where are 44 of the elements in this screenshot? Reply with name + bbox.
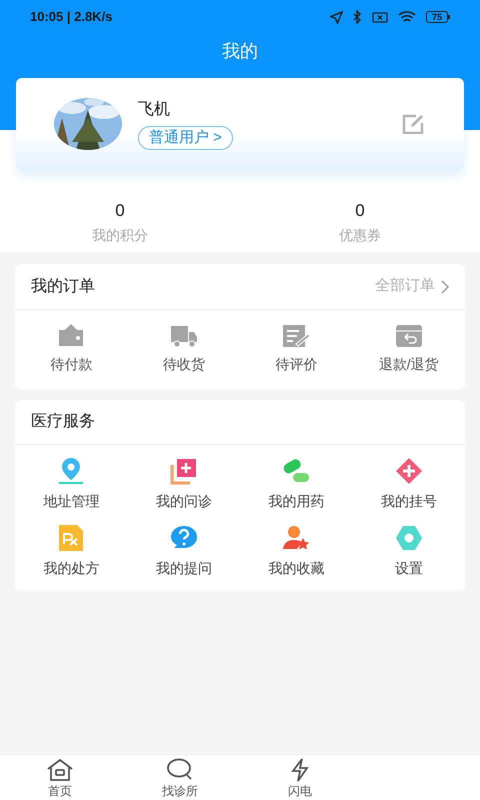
plus-diamond-icon bbox=[394, 457, 423, 485]
stat-value: 0 bbox=[355, 200, 365, 222]
service-item[interactable]: 地址管理 bbox=[15, 457, 128, 512]
service-item[interactable]: 我的挂号 bbox=[352, 457, 465, 512]
order-status-item[interactable]: 待评价 bbox=[240, 324, 352, 375]
sim-off-icon bbox=[372, 12, 388, 22]
search-icon bbox=[166, 758, 194, 782]
order-status-item[interactable]: 退款/退货 bbox=[352, 324, 465, 375]
document-pen-icon bbox=[282, 324, 310, 348]
stat-label: 优惠券 bbox=[339, 226, 381, 245]
tab-bar-item[interactable]: 首页 bbox=[0, 755, 120, 800]
user-name: 飞机 bbox=[138, 100, 170, 120]
service-item[interactable]: 我的用药 bbox=[240, 457, 352, 512]
settings-icon bbox=[394, 524, 423, 552]
service-item[interactable]: 我的问诊 bbox=[128, 457, 240, 512]
location-arrow-icon bbox=[330, 10, 343, 24]
location-pin-icon bbox=[57, 457, 86, 485]
medical-cards-icon bbox=[170, 457, 198, 485]
service-item[interactable]: 我的处方 bbox=[15, 524, 128, 579]
truck-icon bbox=[170, 324, 198, 348]
section-title: 医疗服务 bbox=[31, 412, 95, 432]
bluetooth-icon bbox=[352, 10, 362, 24]
chevron-right-icon bbox=[441, 280, 449, 294]
stat-label: 我的积分 bbox=[92, 226, 148, 245]
stat-value: 0 bbox=[115, 200, 125, 222]
box-return-icon bbox=[394, 324, 423, 348]
service-item[interactable]: 设置 bbox=[352, 524, 465, 579]
status-time: 10:05 | 2.8K/s bbox=[30, 8, 112, 26]
order-status-item[interactable]: 待付款 bbox=[15, 324, 128, 375]
page-title: 我的 bbox=[222, 40, 258, 63]
edit-icon[interactable] bbox=[402, 114, 426, 134]
capsule-icon bbox=[282, 457, 310, 485]
home-icon bbox=[46, 758, 74, 782]
battery-icon: 75 bbox=[426, 11, 450, 23]
wifi-icon bbox=[398, 10, 416, 24]
order-status-item[interactable]: 待收货 bbox=[128, 324, 240, 375]
wallet-icon bbox=[57, 324, 86, 348]
tab-bar-item[interactable]: 闪电 bbox=[240, 755, 360, 800]
service-item[interactable]: 我的提问 bbox=[128, 524, 240, 579]
person-star-icon bbox=[282, 524, 310, 552]
service-item[interactable]: 我的收藏 bbox=[240, 524, 352, 579]
section-title: 我的订单 bbox=[31, 276, 95, 296]
prescription-icon bbox=[57, 524, 86, 552]
tab-bar-item[interactable]: 找诊所 bbox=[120, 755, 240, 800]
